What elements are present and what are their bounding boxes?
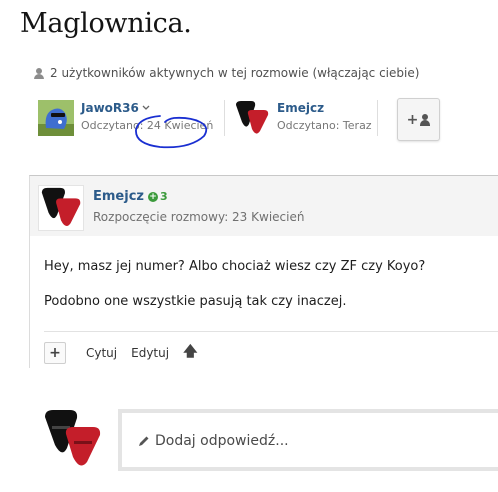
reply-input[interactable]: Dodaj odpowiedź... xyxy=(118,409,498,471)
active-users-info: 2 użytkowników aktywnych w tej rozmowie … xyxy=(34,66,419,80)
message-actions: + Cytuj Edytuj 🡅 xyxy=(44,341,197,365)
divider xyxy=(377,100,378,136)
avatar[interactable] xyxy=(234,100,270,136)
message-post: Emejcz + 3 Rozpoczęcie rozmowy: 23 Kwiec… xyxy=(29,175,498,368)
participant-emejcz[interactable]: Emejcz Odczytano: Teraz xyxy=(234,100,372,136)
page-title: Maglownica. xyxy=(20,8,192,39)
avatar[interactable] xyxy=(38,100,74,136)
plus-icon: + xyxy=(406,111,419,128)
reputation-value: 3 xyxy=(159,190,168,203)
chevron-down-icon[interactable] xyxy=(142,105,150,111)
divider xyxy=(224,100,225,136)
message-header: Emejcz + 3 Rozpoczęcie rozmowy: 23 Kwiec… xyxy=(30,176,498,236)
conversation-start-date[interactable]: Rozpoczęcie rozmowy: 23 Kwiecień xyxy=(93,210,304,224)
divider xyxy=(44,331,498,332)
active-users-text: 2 użytkowników aktywnych w tej rozmowie … xyxy=(50,66,420,80)
pencil-icon xyxy=(139,436,149,446)
message-author-name[interactable]: Emejcz xyxy=(93,189,144,204)
reply-placeholder-text: Dodaj odpowiedź... xyxy=(155,433,289,449)
message-body: Hey, masz jej numer? Albo chociaż wiesz … xyxy=(44,258,425,328)
message-paragraph: Hey, masz jej numer? Albo chociaż wiesz … xyxy=(44,259,426,274)
participants-bar: JawoR36 Odczytano: 24 Kwiecień Emejcz Od… xyxy=(38,98,498,141)
add-user-icon xyxy=(420,113,431,126)
edit-button[interactable]: Edytuj xyxy=(131,346,169,360)
message-paragraph: Podobno one wszystkie pasują tak czy ina… xyxy=(44,294,347,309)
reputation-badge: + 3 xyxy=(147,190,168,203)
participant-name[interactable]: Emejcz xyxy=(277,100,324,116)
invite-participant-button[interactable]: + xyxy=(397,98,440,141)
plus-circle-icon: + xyxy=(147,191,158,202)
participant-seen: Odczytano: Teraz xyxy=(277,119,372,132)
arrow-up-icon[interactable]: 🡅 xyxy=(183,341,197,365)
quote-button[interactable]: Cytuj xyxy=(86,346,117,360)
message-author-avatar[interactable] xyxy=(38,185,84,231)
user-icon xyxy=(34,67,44,79)
reply-avatar xyxy=(45,410,101,466)
handwritten-circle-annotation xyxy=(135,115,208,149)
multi-quote-button[interactable]: + xyxy=(44,342,66,364)
